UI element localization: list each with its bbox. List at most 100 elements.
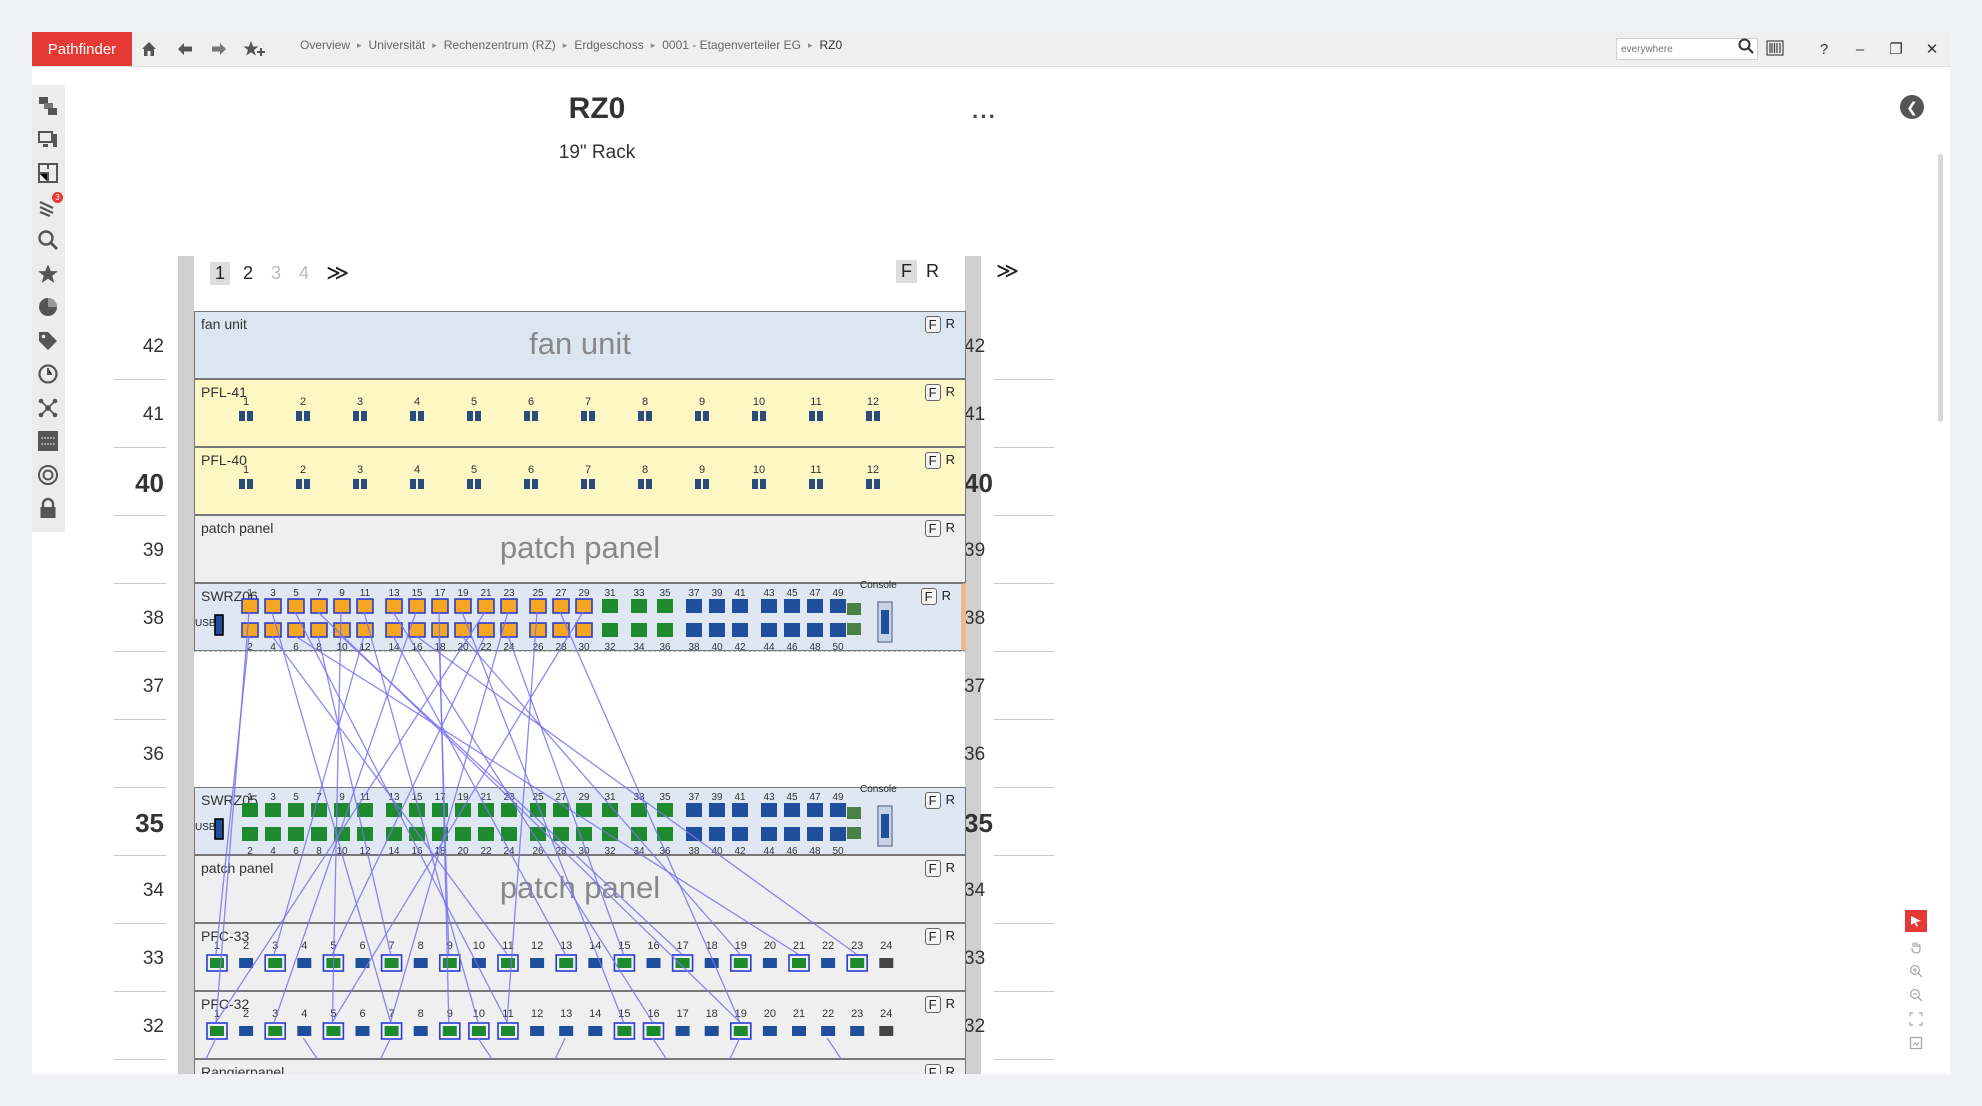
fiber-port[interactable] [817,411,823,421]
switch-port[interactable] [501,827,517,841]
fiber-port[interactable] [418,479,424,489]
switch-port[interactable] [478,827,494,841]
patch-port[interactable] [559,1026,574,1036]
breadcrumb-item[interactable]: Overview [300,38,350,52]
export-image-icon[interactable] [1905,1032,1927,1054]
switch-port[interactable] [732,827,748,841]
fiber-port[interactable] [752,411,758,421]
fiber-port[interactable] [589,479,595,489]
front-view-button[interactable]: F [896,260,917,283]
fiber-port[interactable] [239,411,245,421]
patch-port[interactable] [413,1026,428,1036]
patch-port[interactable] [646,1026,661,1036]
switch-port[interactable] [602,623,618,637]
sidebar-item-security[interactable] [35,495,61,521]
switch-port[interactable] [686,599,702,613]
switch-port[interactable] [631,623,647,637]
patch-port[interactable] [821,958,836,968]
switch-port[interactable] [311,827,327,841]
fiber-port[interactable] [646,479,652,489]
fiber-port[interactable] [703,479,709,489]
fiber-port[interactable] [532,411,538,421]
patch-port[interactable] [733,958,748,968]
patch-port[interactable] [384,1026,399,1036]
fiber-port[interactable] [410,479,416,489]
sfp-port[interactable] [847,827,861,839]
patch-port[interactable] [501,958,515,968]
fiber-port[interactable] [695,411,701,421]
switch-port[interactable] [732,599,748,613]
switch-port[interactable] [241,598,259,614]
console-port-inner[interactable] [881,814,889,838]
fiber-port[interactable] [703,411,709,421]
patch-port[interactable] [675,958,690,968]
switch-port[interactable] [657,623,673,637]
switch-port[interactable] [732,803,748,817]
fiber-port[interactable] [304,411,310,421]
sidebar-item-ip-addresses[interactable] [35,428,61,454]
console-port-inner[interactable] [881,610,889,634]
switch-port[interactable] [385,598,403,614]
switch-port[interactable] [830,623,846,637]
patch-port[interactable] [821,1026,836,1036]
patch-port[interactable] [326,1026,341,1036]
rack-device[interactable]: SWRZ06 F R 1 2 3 4 5 6 7 8 9 10 11 12 13 14 15 16 17 18 19 20 2… [194,580,966,652]
patch-port[interactable] [268,958,283,968]
switch-port[interactable] [501,803,517,817]
vertical-scrollbar[interactable] [1938,154,1943,422]
switch-port[interactable] [709,827,725,841]
switch-port[interactable] [386,827,402,841]
switch-port[interactable] [454,598,472,614]
sidebar-item-monitoring[interactable] [35,462,61,488]
switch-port[interactable] [241,622,259,638]
switch-port[interactable] [529,598,547,614]
switch-port[interactable] [552,598,570,614]
patch-port[interactable] [239,958,254,968]
switch-port[interactable] [631,599,647,613]
patch-port[interactable] [762,1026,777,1036]
fiber-port[interactable] [638,479,644,489]
breadcrumb-item[interactable]: 0001 - Etagenverteiler EG [662,38,801,52]
switch-port[interactable] [552,622,570,638]
switch-port[interactable] [242,827,258,841]
patch-port[interactable] [588,1026,603,1036]
help-button[interactable]: ? [1812,38,1836,60]
rack-device[interactable]: Rangierpanel F R [194,1059,966,1074]
sidebar-item-search[interactable] [35,227,61,253]
fiber-port[interactable] [752,479,758,489]
rack-device[interactable]: patch panel patch panel F R [194,515,966,583]
search-icon[interactable] [1738,38,1754,59]
patch-port[interactable] [588,958,603,968]
fiber-port[interactable] [247,479,253,489]
switch-port[interactable] [288,803,304,817]
fiber-port[interactable] [353,479,359,489]
breadcrumb-item[interactable]: Universität [369,38,426,52]
fiber-port[interactable] [646,411,652,421]
patch-port[interactable] [501,1026,515,1036]
collapse-panel-button[interactable]: ❮ [1900,95,1924,119]
next-page-icon[interactable]: ≫ [326,260,349,286]
fiber-port[interactable] [874,411,880,421]
fiber-port[interactable] [809,411,815,421]
pan-hand-icon[interactable] [1905,936,1927,958]
switch-port[interactable] [477,598,495,614]
rack-device[interactable]: PFL-40 F R 1 2 3 4 5 6 7 8 9 10 11 12 [194,447,966,515]
switch-port[interactable] [529,622,547,638]
switch-port[interactable] [686,803,702,817]
minimize-button[interactable]: – [1848,38,1872,60]
fiber-port[interactable] [296,479,302,489]
patch-port[interactable] [268,1026,283,1036]
breadcrumb-item[interactable]: Rechenzentrum (RZ) [444,38,556,52]
patch-port[interactable] [675,1026,690,1036]
fiber-port[interactable] [695,479,701,489]
switch-port[interactable] [657,599,673,613]
device-rear-button[interactable]: R [944,520,957,537]
patch-port[interactable] [297,1026,312,1036]
fiber-port[interactable] [467,479,473,489]
page-button[interactable]: 1 [210,261,231,285]
fiber-port[interactable] [866,411,872,421]
switch-port[interactable] [575,622,593,638]
sidebar-item-tags[interactable] [35,328,61,354]
switch-port[interactable] [761,827,777,841]
sidebar-item-network[interactable] [35,395,61,421]
